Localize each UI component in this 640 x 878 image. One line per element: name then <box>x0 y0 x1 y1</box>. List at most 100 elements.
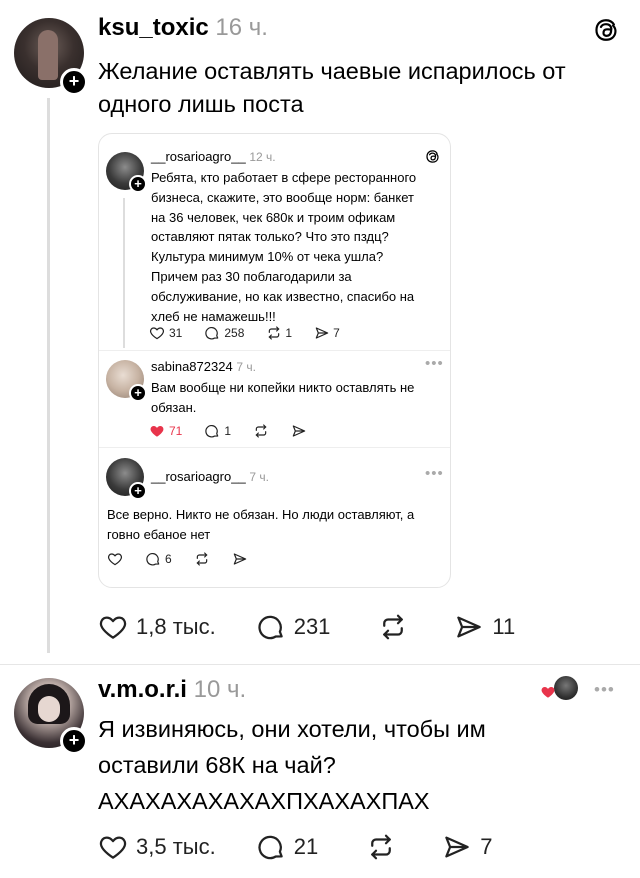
comment-count: 6 <box>165 552 172 566</box>
like-button[interactable] <box>107 551 123 567</box>
post-text-line: оставили 68К на чай? <box>98 752 336 778</box>
heart-icon <box>98 612 128 642</box>
follow-plus-icon[interactable]: + <box>129 175 147 193</box>
repost-button[interactable]: 1 <box>266 325 292 341</box>
post-text-line: АХАХАХАХАХАХПХАХАХПАХ <box>98 788 430 814</box>
liker-avatar <box>554 676 578 700</box>
reply-time: 7 ч. <box>249 470 269 484</box>
repost-button[interactable] <box>378 612 408 642</box>
like-button[interactable]: 3,5 тыс. <box>98 832 216 862</box>
heart-icon <box>98 832 128 862</box>
share-count: 11 <box>492 614 516 639</box>
thread-line <box>47 98 50 653</box>
reply-time: 12 ч. <box>249 150 276 164</box>
repost-button[interactable] <box>194 551 210 567</box>
share-count: 7 <box>480 834 493 859</box>
repost-arrows-icon <box>253 423 269 439</box>
comment-count: 1 <box>224 424 232 438</box>
repost-arrows-icon <box>266 325 282 341</box>
threads-logo-icon <box>425 149 440 164</box>
heart-filled-icon <box>540 684 556 700</box>
avatar-face <box>38 696 60 722</box>
repost-arrows-icon <box>194 551 210 567</box>
heart-icon <box>149 325 165 341</box>
paper-plane-icon <box>314 325 330 341</box>
username[interactable]: __rosarioagro__ <box>151 469 246 484</box>
post-text: Я извиняюсь, они хотели, чтобы им остави… <box>98 711 486 819</box>
reply-time: 7 ч. <box>236 360 256 374</box>
quoted-thread-card[interactable]: + __rosarioagro__ 12 ч. Ребята, кто рабо… <box>98 133 451 588</box>
ellipsis-icon[interactable]: ••• <box>425 465 444 482</box>
repost-button[interactable] <box>253 423 269 439</box>
comment-button[interactable]: 1 <box>204 423 231 439</box>
paper-plane-icon <box>232 551 248 567</box>
like-button[interactable]: 31 <box>149 325 182 341</box>
like-count: 71 <box>169 424 183 438</box>
text-line: бизнеса, скажите, это вообще норм: банке… <box>151 189 414 205</box>
reply-header: sabina872324 7 ч. <box>151 359 256 374</box>
paper-plane-icon <box>442 832 472 862</box>
text-line: говно ебаное нет <box>107 526 211 542</box>
follow-plus-icon[interactable]: + <box>129 482 147 500</box>
share-button[interactable] <box>291 423 307 439</box>
share-count: 7 <box>333 326 340 340</box>
reply-header: __rosarioagro__ 7 ч. <box>151 469 269 484</box>
text-line: хлеб не намажешь!!! <box>151 308 276 324</box>
paper-plane-icon <box>291 423 307 439</box>
username[interactable]: v.m.o.r.i <box>98 676 187 703</box>
post-time: 10 ч. <box>193 676 247 703</box>
follow-plus-icon[interactable]: + <box>60 68 88 96</box>
comment-button[interactable]: 231 <box>256 612 330 642</box>
reply-actions: 31 258 1 7 <box>149 325 340 341</box>
avatar-figure <box>38 30 58 80</box>
follow-plus-icon[interactable]: + <box>129 384 147 402</box>
reply-text: Ребята, кто работает в сфере ресторанног… <box>151 168 416 326</box>
post-time: 16 ч. <box>215 14 268 41</box>
heart-filled-icon <box>149 423 165 439</box>
username[interactable]: ksu_toxic <box>98 14 209 41</box>
comment-button[interactable]: 258 <box>204 325 244 341</box>
username[interactable]: __rosarioagro__ <box>151 149 246 164</box>
like-count: 1,8 тыс. <box>136 614 216 639</box>
comment-count: 21 <box>293 834 319 859</box>
comment-button[interactable]: 6 <box>145 551 172 567</box>
reply-header: __rosarioagro__ 12 ч. <box>151 149 276 164</box>
repost-count: 1 <box>285 326 293 340</box>
like-count: 3,5 тыс. <box>136 834 216 859</box>
username[interactable]: sabina872324 <box>151 359 233 374</box>
share-button[interactable] <box>232 551 248 567</box>
threads-logo-icon <box>593 17 619 43</box>
like-button[interactable]: 1,8 тыс. <box>98 612 216 642</box>
text-line: на 36 человек, чек 680к и троим офикам <box>151 209 396 225</box>
reply-actions: 6 <box>107 551 248 567</box>
comment-button[interactable]: 21 <box>256 832 318 862</box>
share-button[interactable]: 11 <box>454 612 515 642</box>
thread-line <box>123 198 125 348</box>
reply-text: Вам вообще ни копейки никто оставлять не… <box>151 378 414 418</box>
speech-bubble-icon <box>256 832 286 862</box>
divider <box>99 350 450 351</box>
liked-by-author-badge <box>540 676 580 702</box>
text-line: Вам вообще ни копейки никто оставлять не <box>151 380 415 395</box>
repost-button[interactable] <box>366 832 396 862</box>
like-count: 31 <box>169 326 183 340</box>
divider <box>99 447 450 448</box>
comment-count: 258 <box>224 326 245 340</box>
share-button[interactable]: 7 <box>314 325 340 341</box>
ellipsis-icon[interactable]: ••• <box>594 680 615 700</box>
share-button[interactable]: 7 <box>442 832 492 862</box>
text-line: Все верно. Никто не обязан. Но люди оста… <box>107 507 415 522</box>
post-header: ksu_toxic 16 ч. <box>98 14 268 42</box>
post-actions: 1,8 тыс. 231 11 <box>98 612 515 642</box>
speech-bubble-icon <box>204 325 220 341</box>
post-text: Желание оставлять чаевые испарилось от о… <box>98 55 566 121</box>
repost-arrows-icon <box>378 612 408 642</box>
ellipsis-icon[interactable]: ••• <box>425 355 444 372</box>
like-button[interactable]: 71 <box>149 423 182 439</box>
speech-bubble-icon <box>204 423 220 439</box>
text-line: Ребята, кто работает в сфере ресторанног… <box>151 170 417 185</box>
post-separator <box>0 664 640 665</box>
text-line: обязан. <box>151 399 197 415</box>
follow-plus-icon[interactable]: + <box>60 727 88 755</box>
post-text-line: Я извиняюсь, они хотели, чтобы им <box>98 716 486 742</box>
